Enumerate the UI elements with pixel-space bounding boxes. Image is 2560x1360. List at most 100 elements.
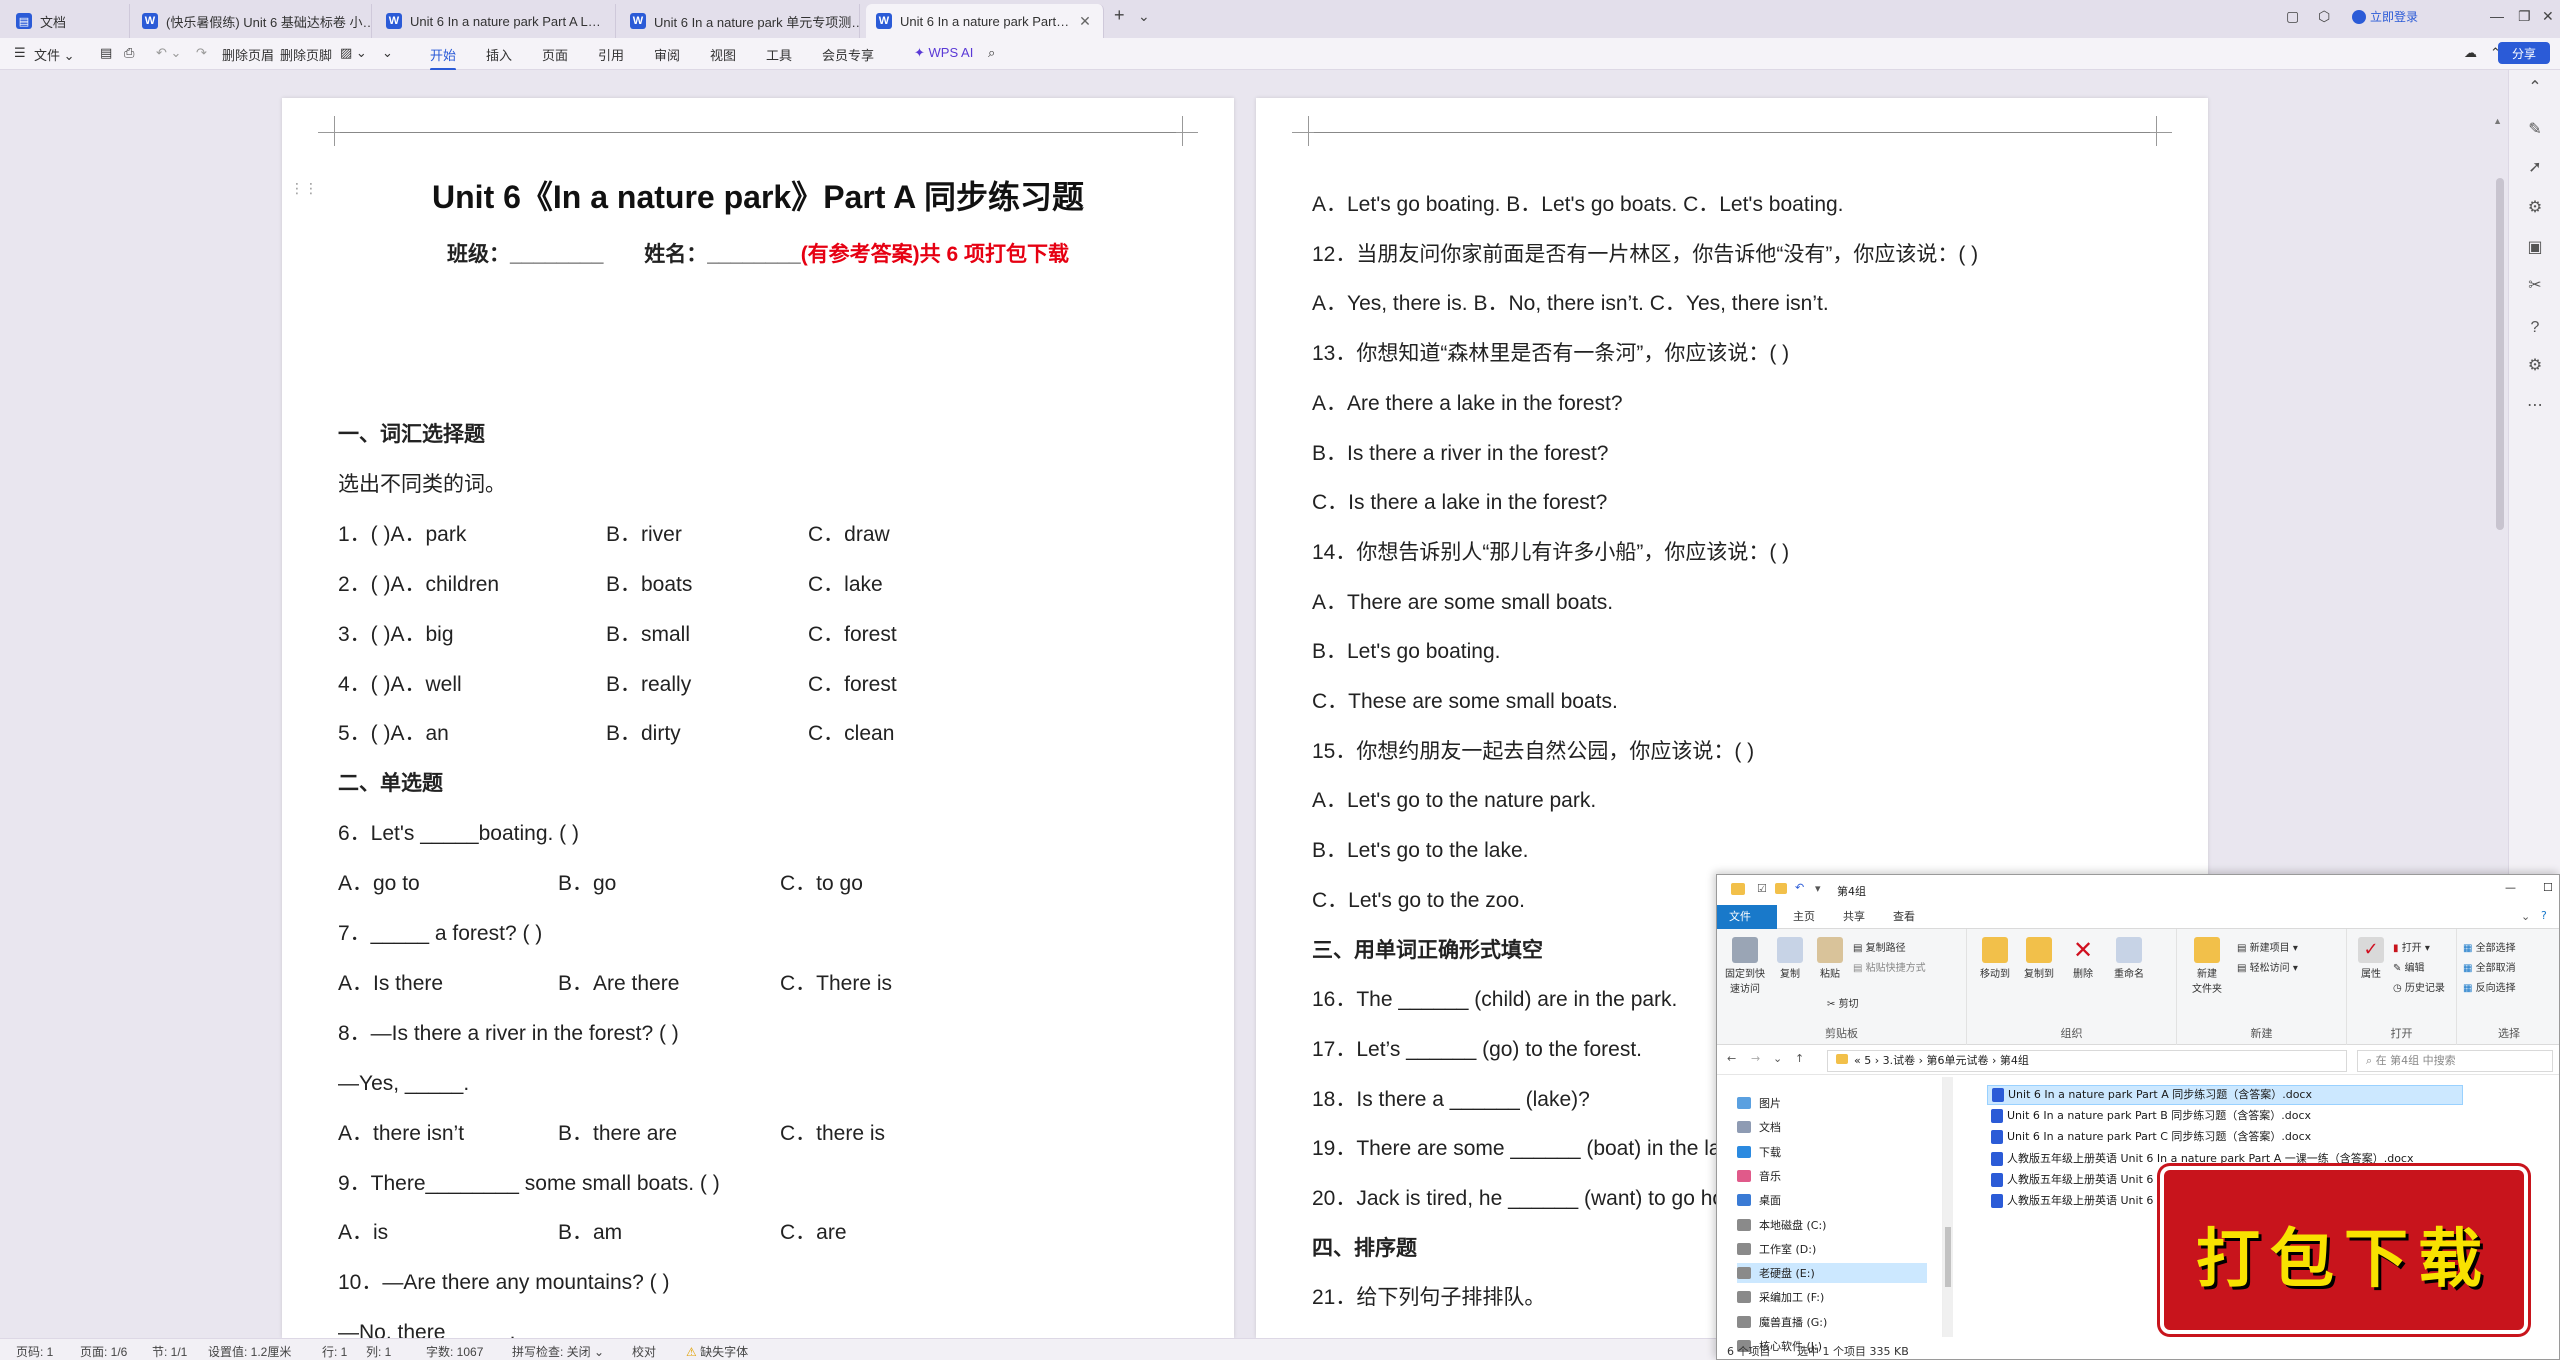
status-missing-font[interactable]: ⚠ 缺失字体 bbox=[686, 1343, 748, 1360]
tab-view[interactable]: 视图 bbox=[710, 45, 736, 64]
close-window-icon[interactable]: ✕ bbox=[2542, 8, 2554, 25]
share-button[interactable]: 分享 bbox=[2498, 42, 2550, 64]
window-layout-icon[interactable]: ▢ bbox=[2286, 8, 2299, 25]
nav-scroll-thumb[interactable] bbox=[1945, 1227, 1951, 1287]
paste-button[interactable]: 粘贴 bbox=[1813, 937, 1847, 980]
pin-quick-access-button[interactable]: 固定到快 速访问 bbox=[1723, 937, 1767, 995]
undo-icon[interactable]: ↶ ⌄ bbox=[156, 45, 181, 61]
menu-file[interactable]: 文件 ⌄ bbox=[34, 45, 75, 64]
new-folder-button[interactable]: 新建 文件夹 bbox=[2185, 937, 2229, 995]
status-words[interactable]: 字数: 1067 bbox=[426, 1343, 483, 1360]
image-edit-icon[interactable]: ▣ bbox=[2525, 238, 2545, 258]
paste-shortcut-button[interactable]: ▤ 粘贴快捷方式 bbox=[1853, 959, 1926, 974]
recent-chevron-icon[interactable]: ⌄ bbox=[1773, 1052, 1782, 1065]
file-item[interactable]: Unit 6 In a nature park Part C 同步练习题（含答案… bbox=[1987, 1127, 2311, 1147]
tab-review[interactable]: 审阅 bbox=[654, 45, 680, 64]
nav-item[interactable]: 下载 bbox=[1737, 1142, 1781, 1162]
open-button[interactable]: ▮ 打开 ▾ bbox=[2393, 939, 2430, 954]
nav-item[interactable]: 桌面 bbox=[1737, 1190, 1781, 1210]
ribbon-expand-icon[interactable]: ⌄ bbox=[2521, 910, 2530, 923]
forward-icon[interactable]: → bbox=[1751, 1052, 1760, 1065]
nav-item[interactable]: 本地磁盘 (C:) bbox=[1737, 1215, 1826, 1235]
minimize-icon[interactable]: — bbox=[2490, 8, 2504, 24]
help-icon[interactable]: ? bbox=[2541, 909, 2547, 922]
back-icon[interactable]: ← bbox=[1727, 1052, 1736, 1065]
tab-page[interactable]: 页面 bbox=[542, 45, 568, 64]
help-icon[interactable]: ? bbox=[2525, 318, 2545, 338]
pen-icon[interactable]: ✎ bbox=[2525, 120, 2545, 140]
adjust-icon[interactable]: ⚙ bbox=[2525, 198, 2545, 218]
more-icon[interactable]: ⋯ bbox=[2525, 396, 2545, 416]
copy-path-button[interactable]: ▤ 复制路径 bbox=[1853, 939, 1906, 954]
properties-quick-icon[interactable]: ☑ bbox=[1757, 882, 1767, 895]
tab-home[interactable]: 开始 bbox=[430, 45, 457, 71]
redo-icon[interactable]: ↷ bbox=[196, 45, 207, 61]
quick-access-chevron-icon[interactable]: ▾ bbox=[1815, 882, 1821, 895]
restore-icon[interactable]: ❐ bbox=[2518, 8, 2531, 25]
file-item[interactable]: 人教版五年级上册英语 Unit 6 In a nature park Part … bbox=[1987, 1149, 2413, 1169]
download-promo-banner[interactable]: 打包下载 bbox=[2164, 1170, 2524, 1330]
address-bar[interactable]: « 5 › 3.试卷 › 第6单元试卷 › 第4组 bbox=[1827, 1050, 2347, 1072]
status-spellcheck[interactable]: 拼写检查: 关闭 ⌄ bbox=[512, 1343, 604, 1360]
new-tab-icon[interactable]: + bbox=[1114, 5, 1125, 26]
new-item-button[interactable]: ▤ 新建项目 ▾ bbox=[2237, 939, 2298, 954]
nav-item[interactable]: 采编加工 (F:) bbox=[1737, 1287, 1824, 1307]
nav-scrollbar[interactable] bbox=[1943, 1077, 1953, 1337]
tab-doc-3[interactable]: W Unit 6 In a nature park 单元专项测… bbox=[620, 4, 860, 38]
scroll-up-icon[interactable]: ▲ bbox=[2493, 116, 2502, 126]
close-tab-icon[interactable]: ✕ bbox=[1079, 13, 1091, 30]
cursor-icon[interactable]: ➚ bbox=[2525, 158, 2545, 178]
tab-tools[interactable]: 工具 bbox=[766, 45, 792, 64]
settings-icon[interactable]: ⚙ bbox=[2525, 356, 2545, 376]
nav-item[interactable]: 文档 bbox=[1737, 1117, 1781, 1137]
undo-quick-icon[interactable]: ↶ bbox=[1795, 881, 1804, 894]
copy-to-button[interactable]: 复制到 bbox=[2019, 937, 2059, 980]
file-item[interactable]: Unit 6 In a nature park Part A 同步练习题（含答案… bbox=[1987, 1085, 2463, 1105]
file-item[interactable]: Unit 6 In a nature park Part B 同步练习题（含答案… bbox=[1987, 1106, 2311, 1126]
tab-reference[interactable]: 引用 bbox=[598, 45, 624, 64]
hamburger-icon[interactable]: ☰ bbox=[14, 45, 26, 61]
search-icon[interactable]: ⌕ bbox=[988, 45, 995, 61]
minimize-icon[interactable]: — bbox=[2505, 881, 2516, 894]
edit-button[interactable]: ✎ 编辑 bbox=[2393, 959, 2425, 974]
vertical-scrollbar[interactable] bbox=[2496, 178, 2504, 530]
delete-button[interactable]: ✕ 删除 bbox=[2065, 937, 2101, 980]
status-proof[interactable]: 校对 bbox=[632, 1343, 656, 1360]
print-icon[interactable]: ⎙ bbox=[124, 45, 134, 61]
new-folder-quick-icon[interactable] bbox=[1775, 883, 1787, 894]
cube-icon[interactable]: ⬡ bbox=[2318, 8, 2330, 25]
tab-doc-2[interactable]: W Unit 6 In a nature park Part A L… bbox=[376, 4, 616, 38]
copy-button[interactable]: 复制 bbox=[1773, 937, 1807, 980]
invert-selection-button[interactable]: ▦ 反向选择 bbox=[2463, 979, 2516, 994]
delete-header-button[interactable]: 删除页眉 bbox=[222, 45, 274, 64]
tab-doc-1[interactable]: W (快乐暑假练) Unit 6 基础达标卷 小… bbox=[132, 4, 372, 38]
chevron-down-icon[interactable]: ⌄ bbox=[1138, 8, 1150, 25]
nav-item[interactable]: 图片 bbox=[1737, 1093, 1781, 1113]
tab-member[interactable]: 会员专享 bbox=[822, 45, 874, 64]
easy-access-button[interactable]: ▤ 轻松访问 ▾ bbox=[2237, 959, 2298, 974]
status-pages[interactable]: 页面: 1/6 bbox=[80, 1343, 127, 1360]
nav-item[interactable]: 工作室 (D:) bbox=[1737, 1239, 1816, 1259]
format-icon[interactable]: ▨ ⌄ bbox=[340, 45, 367, 61]
nav-item[interactable]: 魔兽直播 (G:) bbox=[1737, 1312, 1827, 1332]
delete-footer-button[interactable]: 删除页脚 bbox=[280, 45, 332, 64]
move-to-button[interactable]: 移动到 bbox=[1975, 937, 2015, 980]
explorer-tab-home[interactable]: 主页 bbox=[1781, 905, 1827, 929]
explorer-tab-share[interactable]: 共享 bbox=[1831, 905, 1877, 929]
cloud-sync-icon[interactable]: ☁ bbox=[2464, 45, 2477, 61]
wps-ai-button[interactable]: ✦ WPS AI bbox=[914, 45, 973, 61]
more-chevron-icon[interactable]: ⌄ bbox=[382, 45, 393, 61]
tools-icon[interactable]: ✂ bbox=[2525, 276, 2545, 296]
document-page-1[interactable]: ⋮⋮ Unit 6《In a nature park》Part A 同步练习题 … bbox=[282, 98, 1234, 1338]
save-icon[interactable]: ▤ bbox=[100, 45, 112, 61]
properties-button[interactable]: ✓ 属性 bbox=[2353, 937, 2389, 980]
explorer-search-input[interactable]: ⌕ 在 第4组 中搜索 bbox=[2357, 1050, 2553, 1072]
select-none-button[interactable]: ▦ 全部取消 bbox=[2463, 959, 2516, 974]
tab-insert[interactable]: 插入 bbox=[486, 45, 512, 64]
select-all-button[interactable]: ▦ 全部选择 bbox=[2463, 939, 2516, 954]
history-button[interactable]: ◷ 历史记录 bbox=[2393, 979, 2445, 994]
expand-icon[interactable]: ⌃ bbox=[2525, 78, 2545, 98]
login-button[interactable]: 立即登录 bbox=[2352, 8, 2418, 25]
explorer-tab-view[interactable]: 查看 bbox=[1881, 905, 1927, 929]
maximize-icon[interactable]: ☐ bbox=[2543, 881, 2553, 894]
